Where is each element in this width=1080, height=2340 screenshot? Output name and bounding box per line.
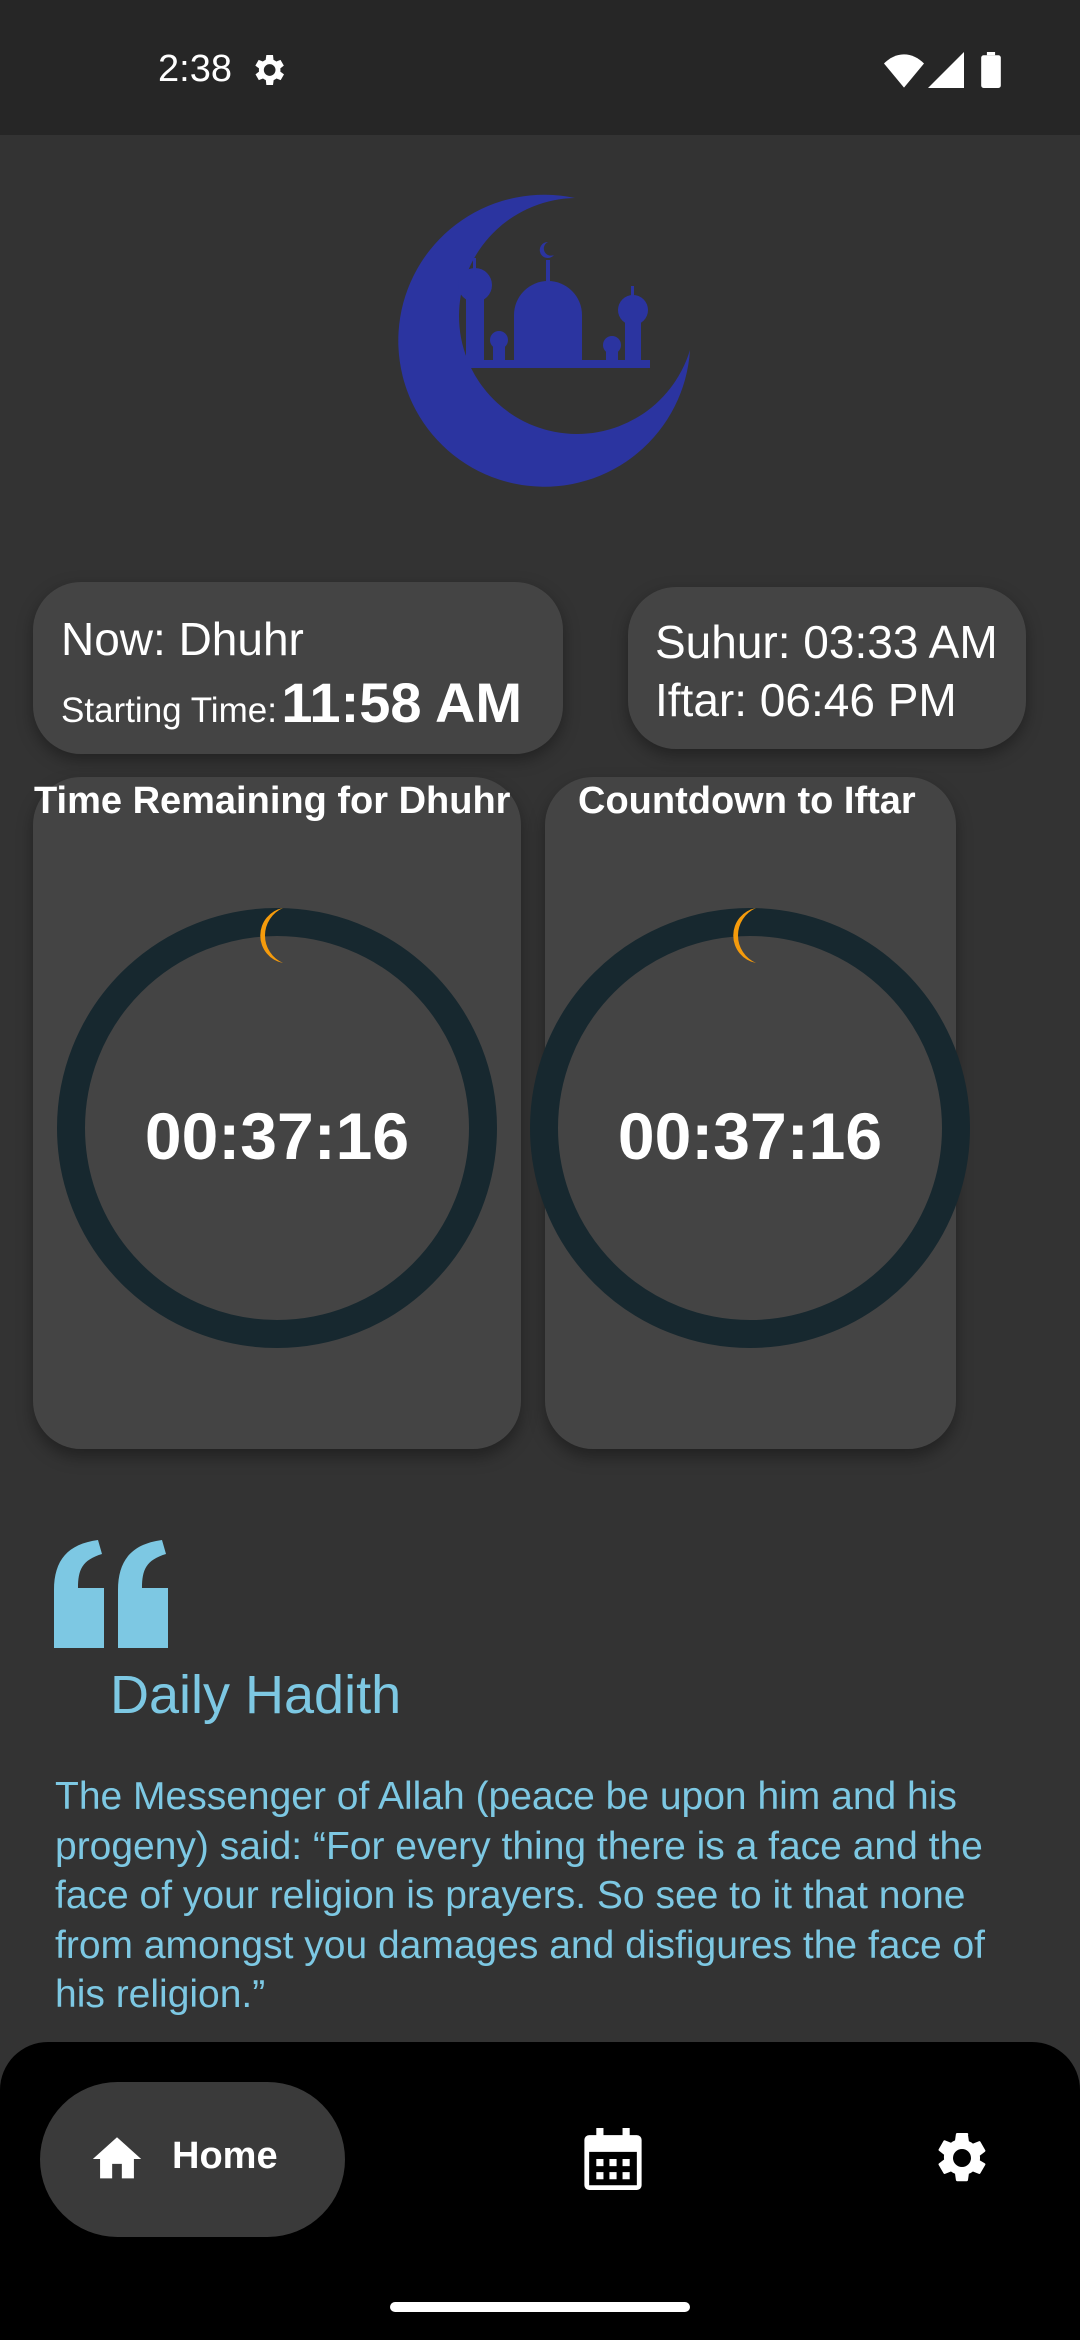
- suhur-time: Suhur: 03:33 AM: [655, 616, 998, 668]
- starting-time-value: 11:58 AM: [281, 671, 523, 734]
- signal-icon: [928, 52, 964, 88]
- suhur-iftar-card: Suhur: 03:33 AM Iftar: 06:46 PM: [628, 587, 1026, 749]
- settings-status-icon: [255, 55, 284, 85]
- battery-icon: [981, 52, 1001, 88]
- status-time: 2:38: [158, 48, 232, 90]
- current-prayer-card: Now: Dhuhr Starting Time: 11:58 AM: [33, 582, 563, 754]
- current-prayer-label: Now: Dhuhr: [61, 613, 304, 665]
- quote-icon: [54, 1540, 168, 1648]
- gesture-home-indicator[interactable]: [390, 2302, 690, 2312]
- nav-home-label: Home: [172, 2135, 278, 2177]
- calendar-icon[interactable]: [584, 2128, 642, 2190]
- nav-home-tab[interactable]: Home: [40, 2082, 345, 2237]
- status-bar: 2:38: [0, 0, 1080, 135]
- wifi-icon: [884, 54, 924, 88]
- iftar-countdown-title: Countdown to Iftar: [578, 780, 916, 822]
- settings-icon[interactable]: [932, 2128, 992, 2188]
- mosque-crescent-logo: [398, 194, 690, 487]
- prayer-countdown-value: 00:37:16: [144, 1099, 410, 1173]
- starting-time-row: Starting Time: 11:58 AM: [61, 670, 522, 735]
- daily-hadith-text: The Messenger of Allah (peace be upon hi…: [55, 1775, 986, 2016]
- prayer-countdown-title: Time Remaining for Dhuhr: [34, 780, 511, 822]
- home-icon: [92, 2137, 142, 2179]
- iftar-time: Iftar: 06:46 PM: [655, 674, 957, 726]
- bottom-navigation: Home: [0, 2042, 1080, 2340]
- starting-time-label: Starting Time:: [61, 691, 277, 730]
- iftar-countdown-value: 00:37:16: [617, 1099, 883, 1173]
- daily-hadith-title: Daily Hadith: [110, 1665, 402, 1725]
